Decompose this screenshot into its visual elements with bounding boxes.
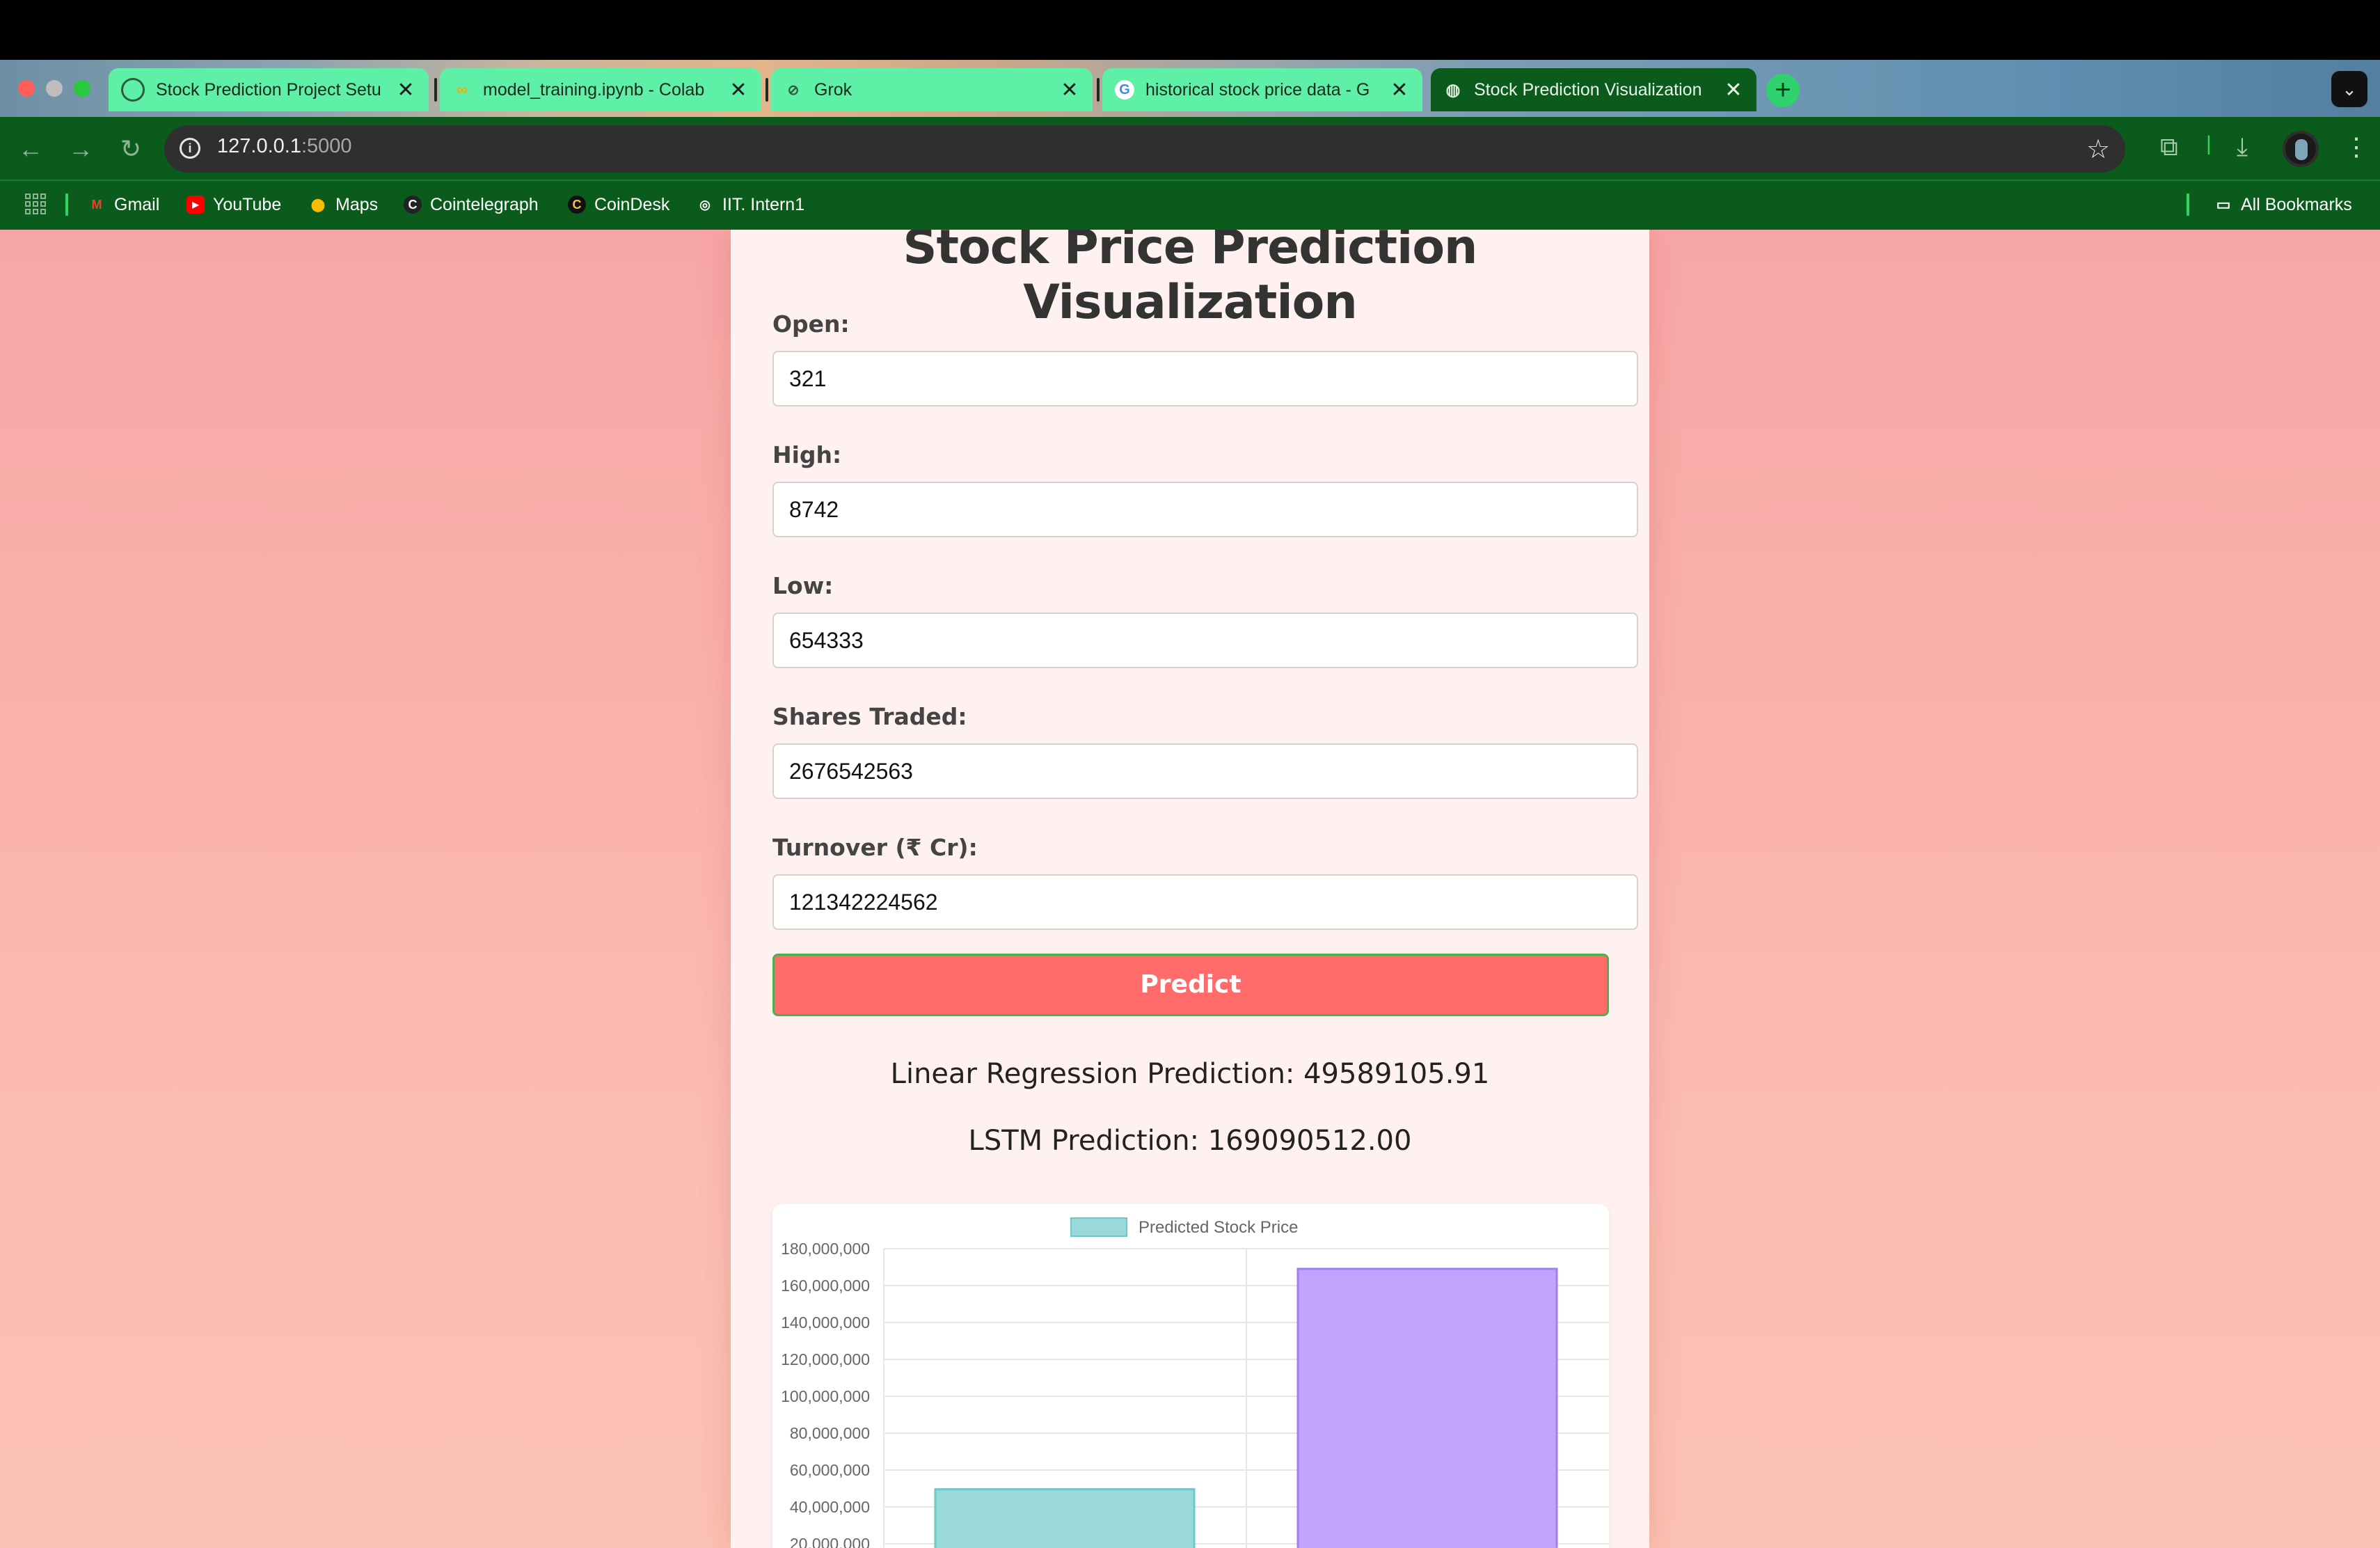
forward-button[interactable]: →: [64, 132, 97, 166]
tab-grok[interactable]: ⊘ Grok ✕: [771, 68, 1093, 111]
y-tick-label: 180,000,000: [781, 1240, 870, 1258]
cointelegraph-icon: C: [404, 196, 422, 214]
y-tick-label: 20,000,000: [790, 1535, 870, 1548]
zoom-window-button[interactable]: [74, 80, 90, 97]
close-tab-icon[interactable]: ✕: [1389, 78, 1410, 102]
browser-menu-icon[interactable]: ⋮: [2344, 132, 2369, 161]
tab-separator: [434, 78, 437, 102]
low-input[interactable]: 654333: [772, 613, 1638, 668]
prediction-chart: Predicted Stock Price 180,000,000 160,000…: [772, 1204, 1609, 1548]
turnover-label: Turnover (₹ Cr):: [772, 834, 978, 861]
bookmark-separator: [2187, 194, 2189, 216]
legend-label: Predicted Stock Price: [1139, 1218, 1298, 1237]
toolbar-separator: |: [2206, 132, 2212, 155]
address-bar[interactable]: [164, 125, 2125, 173]
page-title: Stock Price Prediction Visualization: [903, 230, 1478, 330]
shares-traded-input[interactable]: 2676542563: [772, 743, 1638, 799]
globe-icon: ◎: [699, 197, 711, 212]
download-icon[interactable]: ⤓: [2237, 132, 2248, 162]
bookmark-youtube[interactable]: ▶ YouTube: [187, 191, 281, 219]
bookmark-cointelegraph[interactable]: C Cointelegraph: [404, 191, 539, 219]
tab-title: Stock Prediction Project Setu: [156, 79, 381, 100]
gmail-icon: M: [91, 197, 102, 212]
tab-title: historical stock price data - G: [1145, 79, 1370, 100]
close-tab-icon[interactable]: ✕: [1723, 78, 1744, 102]
predict-button[interactable]: Predict: [772, 954, 1609, 1016]
bookmark-star-icon[interactable]: ☆: [2086, 134, 2110, 165]
tab-stock-prediction-setup[interactable]: Stock Prediction Project Setu ✕: [109, 68, 429, 111]
grok-icon: ⊘: [787, 82, 800, 98]
bookmark-gmail[interactable]: M Gmail: [88, 191, 160, 219]
close-window-button[interactable]: [18, 80, 35, 97]
close-tab-icon[interactable]: ✕: [728, 78, 749, 102]
menu-bar: [0, 0, 2380, 60]
close-tab-icon[interactable]: ✕: [1059, 78, 1080, 102]
y-tick-label: 40,000,000: [790, 1498, 870, 1516]
high-label: High:: [772, 441, 842, 468]
tab-separator: [1097, 78, 1100, 102]
apps-grid-icon[interactable]: [25, 194, 46, 214]
all-bookmarks-button[interactable]: ▭ All Bookmarks: [2214, 191, 2352, 219]
reload-button[interactable]: ↻: [114, 132, 148, 166]
tab-model-training-colab[interactable]: ∞ model_training.ipynb - Colab ✕: [440, 68, 761, 111]
tab-title: Grok: [814, 79, 852, 100]
y-tick-label: 60,000,000: [790, 1461, 870, 1479]
lstm-result: LSTM Prediction: 169090512.00: [968, 1125, 1412, 1157]
youtube-icon: ▶: [187, 196, 205, 214]
chatgpt-icon: [121, 78, 145, 102]
tab-stock-prediction-visualization[interactable]: ◍ Stock Prediction Visualization ✕: [1431, 68, 1756, 111]
extensions-icon[interactable]: ⧉: [2160, 132, 2178, 162]
turnover-input[interactable]: 121342224562: [772, 874, 1638, 930]
bookmark-maps[interactable]: ⬤ Maps: [309, 191, 378, 219]
back-button[interactable]: ←: [14, 132, 47, 166]
bookmark-coindesk[interactable]: C CoinDesk: [568, 191, 669, 219]
open-label: Open:: [772, 310, 850, 338]
google-icon: G: [1115, 80, 1134, 100]
high-input[interactable]: 8742: [772, 482, 1638, 537]
tab-historical-stock-data[interactable]: G historical stock price data - G ✕: [1102, 68, 1422, 111]
linear-regression-result: Linear Regression Prediction: 49589105.9…: [890, 1058, 1490, 1090]
low-label: Low:: [772, 572, 834, 599]
maps-pin-icon: ⬤: [310, 197, 326, 212]
y-tick-label: 120,000,000: [781, 1350, 870, 1368]
site-info-icon[interactable]: i: [180, 138, 200, 159]
y-tick-label: 100,000,000: [781, 1387, 870, 1405]
page-viewport: Stock Price Prediction Visualization Ope…: [0, 230, 2380, 1548]
profile-avatar[interactable]: [2283, 131, 2319, 167]
tab-title: model_training.ipynb - Colab: [483, 79, 705, 100]
y-tick-label: 80,000,000: [790, 1424, 870, 1442]
colab-icon: ∞: [457, 81, 468, 98]
folder-icon: ▭: [2216, 196, 2231, 213]
bookmark-separator: [65, 194, 68, 216]
tab-title: Stock Prediction Visualization: [1474, 79, 1702, 100]
url-text[interactable]: 127.0.0.1:5000: [217, 135, 352, 158]
new-tab-button[interactable]: +: [1766, 74, 1800, 107]
y-tick-label: 140,000,000: [781, 1313, 870, 1332]
minimize-window-button[interactable]: [46, 80, 63, 97]
coindesk-icon: C: [568, 196, 586, 214]
open-input[interactable]: 321: [772, 351, 1638, 406]
bookmark-iit-intern1[interactable]: ◎ IIT. Intern1: [696, 191, 804, 219]
close-tab-icon[interactable]: ✕: [395, 78, 416, 102]
tab-search-button[interactable]: ⌄: [2331, 71, 2367, 107]
lstm-bar[interactable]: [1296, 1267, 1558, 1548]
bar-chart-svg: Predicted Stock Price 180,000,000 160,000…: [781, 1217, 1609, 1548]
shares-traded-label: Shares Traded:: [772, 703, 967, 730]
prediction-card: Stock Price Prediction Visualization Ope…: [731, 230, 1649, 1548]
legend-swatch: [1070, 1217, 1127, 1237]
globe-icon: ◍: [1445, 80, 1461, 100]
linear-regression-bar[interactable]: [934, 1488, 1196, 1548]
tab-separator: [765, 78, 768, 102]
y-tick-label: 160,000,000: [781, 1277, 870, 1295]
